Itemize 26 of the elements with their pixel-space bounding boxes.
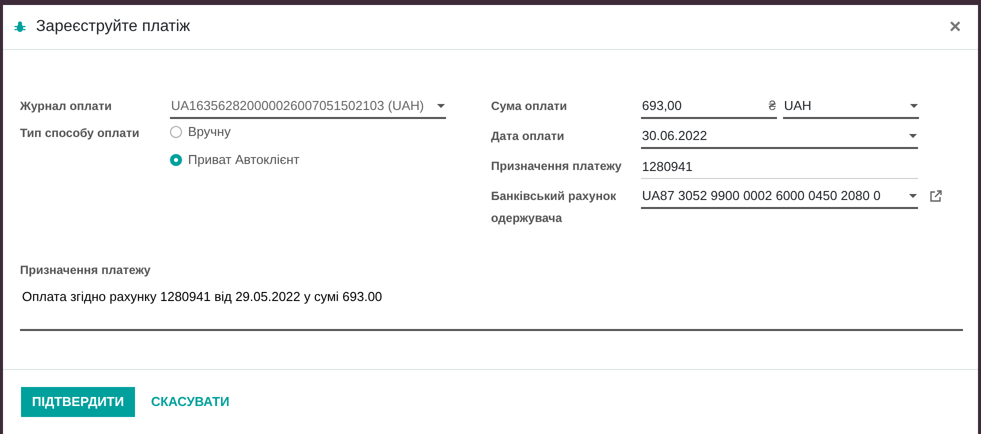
- field-label: Призначення платежу: [20, 262, 152, 279]
- select-field[interactable]: UA87 3052 9900 0002 6000 0450 2080 0: [641, 185, 918, 209]
- external-link-icon[interactable]: [930, 190, 942, 202]
- radio-button[interactable]: [170, 126, 182, 138]
- select-field[interactable]: 30.06.2022: [641, 125, 918, 149]
- close-button[interactable]: ×: [949, 17, 961, 37]
- memo-field[interactable]: Оплата згідно рахунку 1280941 від 29.05.2022 у сумі 693.00: [20, 287, 963, 331]
- currency-symbol: ₴: [768, 97, 776, 116]
- caret-icon: [909, 134, 917, 138]
- caret-icon: [437, 104, 445, 108]
- field-label: Призначення платежу: [491, 158, 623, 175]
- field-label: Журнал оплати: [20, 98, 113, 115]
- radio-label: Приват Автоклієнт: [188, 151, 300, 170]
- amount-field[interactable]: 693,00 ₴: [641, 95, 777, 119]
- radio-button[interactable]: [170, 154, 182, 166]
- caret-icon: [909, 194, 917, 198]
- field-label: Банківський рахунок одержувача: [491, 188, 618, 227]
- caret-icon: [910, 104, 918, 108]
- field-label: Дата оплати: [491, 128, 566, 145]
- bug-icon: [14, 21, 26, 33]
- currency-select[interactable]: UAH: [783, 95, 919, 119]
- field-label: Тип способу оплати: [20, 125, 140, 142]
- radio-label: Вручну: [188, 123, 231, 142]
- dialog-title: Зареєструйте платіж: [36, 17, 190, 37]
- input-field[interactable]: 1280941: [641, 155, 918, 179]
- field-label: Сума оплати: [491, 98, 568, 115]
